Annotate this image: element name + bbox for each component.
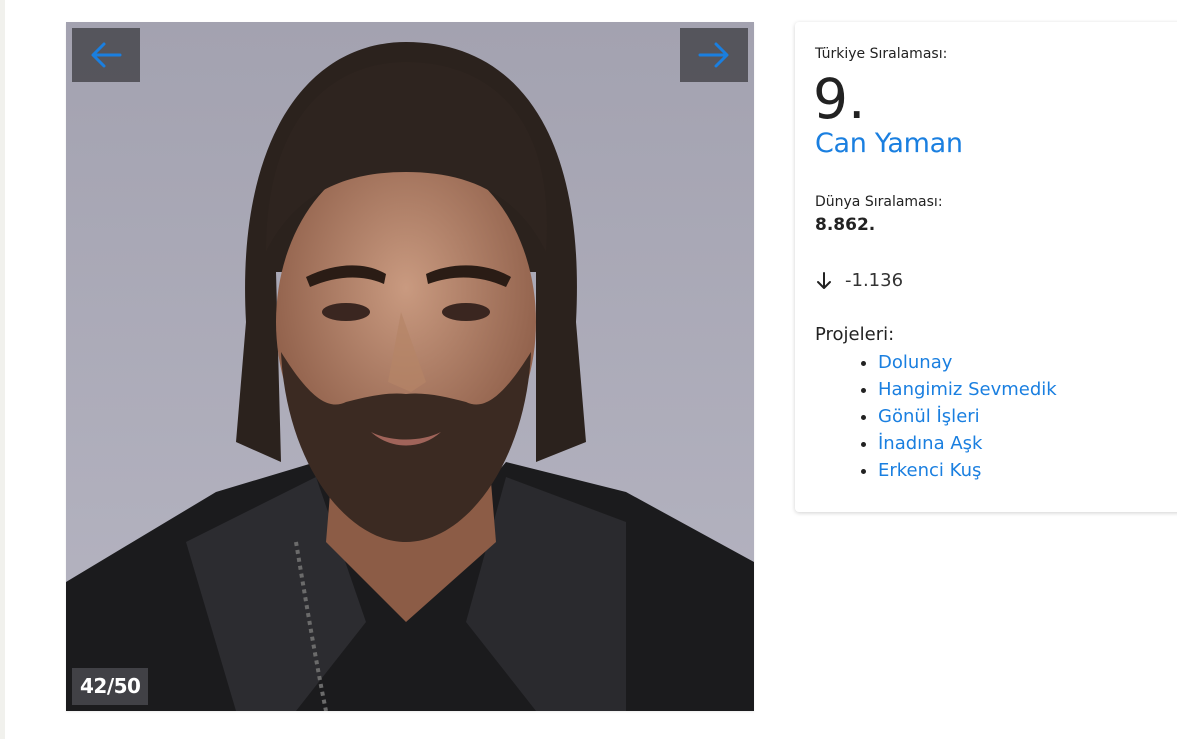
turkey-rank-value: 9.: [813, 67, 866, 131]
celebrity-name-link[interactable]: Can Yaman: [815, 128, 963, 159]
arrow-down-icon: [817, 271, 831, 289]
project-link[interactable]: İnadına Aşk: [878, 433, 982, 454]
rank-change: -1.136: [815, 270, 903, 291]
photo-counter: 42/50: [72, 668, 149, 705]
list-item: İnadına Aşk: [878, 430, 1057, 457]
list-item: Hangimiz Sevmedik: [878, 376, 1057, 403]
next-photo-button[interactable]: [680, 28, 748, 82]
arrow-left-icon: [91, 42, 122, 68]
list-item: Gönül İşleri: [878, 403, 1057, 430]
photo-gallery: 42/50: [66, 22, 754, 711]
portrait-photo: [66, 22, 754, 711]
arrow-right-icon: [698, 42, 729, 68]
page: 42/50 Türkiye Sıralaması: 9. Can Yaman D…: [0, 0, 1177, 739]
turkey-rank-label: Türkiye Sıralaması:: [815, 46, 948, 62]
left-edge-strip: [0, 0, 5, 739]
world-rank-label: Dünya Sıralaması:: [815, 194, 943, 210]
project-link[interactable]: Hangimiz Sevmedik: [878, 379, 1057, 400]
projects-label: Projeleri:: [815, 324, 895, 345]
profile-card: Türkiye Sıralaması: 9. Can Yaman Dünya S…: [795, 22, 1177, 512]
rank-change-value: -1.136: [845, 270, 904, 291]
list-item: Dolunay: [878, 349, 1057, 376]
list-item: Erkenci Kuş: [878, 457, 1057, 484]
projects-list: Dolunay Hangimiz Sevmedik Gönül İşleri İ…: [858, 349, 1057, 484]
previous-photo-button[interactable]: [72, 28, 140, 82]
world-rank-value: 8.862.: [815, 215, 876, 235]
project-link[interactable]: Erkenci Kuş: [878, 460, 981, 481]
project-link[interactable]: Dolunay: [878, 352, 952, 373]
project-link[interactable]: Gönül İşleri: [878, 406, 980, 427]
